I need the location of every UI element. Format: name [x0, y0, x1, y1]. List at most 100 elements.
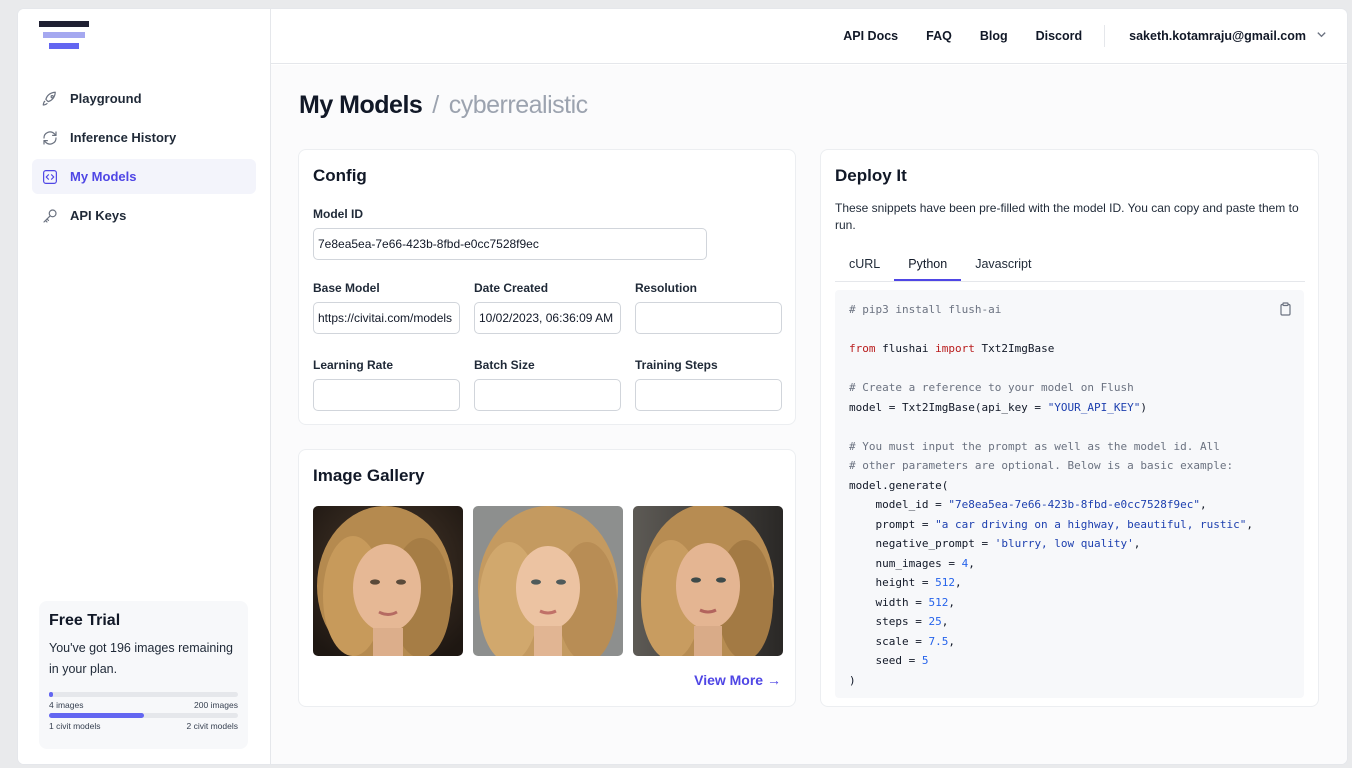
models-used-label: 1 civit models [49, 721, 101, 731]
code-token: 5 [921, 654, 929, 667]
code-box-icon [40, 167, 60, 187]
code-token: , [941, 615, 949, 628]
discord-link[interactable]: Discord [1036, 29, 1083, 43]
code-token: seed = [849, 654, 922, 667]
training-steps-field[interactable] [635, 379, 782, 411]
code-token: , [954, 576, 962, 589]
code-token: "YOUR_API_KEY" [1047, 400, 1141, 414]
deploy-title: Deploy It [835, 166, 907, 185]
rocket-icon [40, 89, 60, 109]
code-token: import [935, 342, 975, 355]
images-progress-fill [49, 692, 53, 697]
models-progress-bar [49, 713, 238, 718]
topbar-divider [1104, 25, 1106, 47]
chevron-down-icon [1316, 29, 1327, 43]
sidebar-item-label: Inference History [70, 130, 177, 145]
sidebar-item-inference-history[interactable]: Inference History [32, 120, 256, 155]
models-usage: 1 civit models 2 civit models [49, 713, 238, 731]
logo-bar-bottom [49, 43, 79, 49]
resolution-field[interactable] [635, 302, 782, 334]
page-title[interactable]: My Models [299, 91, 423, 119]
code-token: ) [1140, 400, 1148, 414]
image-gallery-card: Image Gallery View More → [298, 449, 796, 707]
training-steps-label: Training Steps [635, 358, 718, 372]
code-token: 512 [928, 595, 949, 609]
code-snippet[interactable]: # pip3 install flush-ai from flushai imp… [835, 290, 1304, 698]
code-token: flushai [875, 342, 936, 355]
model-id-field[interactable]: 7e8ea5ea-7e66-423b-8fbd-e0cc7528f9ec [313, 228, 707, 260]
code-token: , [948, 595, 955, 609]
tab-javascript[interactable]: Javascript [961, 250, 1045, 281]
code-token: negative_prompt = [849, 537, 995, 550]
code-token: 7.5 [928, 634, 949, 648]
user-menu[interactable]: saketh.kotamraju@gmail.com [1129, 29, 1327, 43]
code-line: # Create a reference to your model on Fl… [849, 381, 1134, 394]
code-line: # other parameters are optional. Below i… [849, 459, 1234, 472]
code-line: # You must input the prompt as well as t… [849, 439, 1220, 453]
tab-curl[interactable]: cURL [835, 250, 894, 281]
code-token: num_images = [849, 556, 962, 570]
page-heading: My Models / cyberrealistic [299, 91, 588, 120]
sidebar-item-label: My Models [70, 169, 137, 184]
code-token: from [849, 342, 876, 355]
copy-icon[interactable] [1279, 302, 1292, 323]
batch-size-field[interactable] [474, 379, 621, 411]
code-token: steps = [849, 615, 929, 628]
sidebar-item-playground[interactable]: Playground [32, 81, 256, 116]
code-token: height = [849, 576, 936, 589]
gallery-image-2[interactable] [473, 506, 623, 656]
code-token: , [1246, 517, 1253, 531]
code-token: , [948, 634, 955, 648]
sidebar: Playground Inference History My Models A… [18, 9, 271, 764]
breadcrumb-separator: / [432, 91, 439, 119]
code-token: model = Txt2ImgBase(api_key = [849, 400, 1048, 414]
base-model-field[interactable]: https://civitai.com/models [313, 302, 460, 334]
top-navbar: API Docs FAQ Blog Discord saketh.kotamra… [271, 9, 1347, 64]
view-more-link[interactable]: View More → [694, 672, 781, 688]
api-docs-link[interactable]: API Docs [843, 29, 898, 43]
code-token: "a car driving on a highway, beautiful, … [935, 517, 1247, 531]
free-trial-text: You've got 196 images remaining in your … [49, 641, 233, 676]
page-subtitle: cyberrealistic [448, 91, 588, 119]
tab-python[interactable]: Python [894, 250, 962, 281]
code-token: model_id = [849, 498, 949, 511]
sidebar-item-api-keys[interactable]: API Keys [32, 198, 256, 233]
key-icon [40, 206, 60, 226]
images-used-label: 4 images [49, 700, 84, 710]
config-card: Config Model ID 7e8ea5ea-7e66-423b-8fbd-… [298, 149, 796, 425]
code-token: scale = [849, 634, 929, 648]
gallery-image-1[interactable] [313, 506, 463, 656]
code-token: , [1133, 537, 1141, 550]
models-progress-fill [49, 713, 144, 718]
resolution-label: Resolution [635, 281, 697, 295]
blog-link[interactable]: Blog [980, 29, 1008, 43]
faq-link[interactable]: FAQ [926, 29, 952, 43]
gallery-image-3[interactable] [633, 506, 783, 656]
date-created-field[interactable]: 10/02/2023, 06:36:09 AM [474, 302, 621, 334]
code-line: # pip3 install flush-ai [849, 303, 1002, 316]
images-progress-bar [49, 692, 238, 697]
free-trial-panel: Free Trial You've got 196 images remaini… [39, 601, 248, 749]
code-token: , [1200, 498, 1207, 511]
sidebar-item-label: Playground [70, 91, 142, 106]
images-total-label: 200 images [194, 700, 238, 710]
models-total-label: 2 civit models [186, 721, 239, 731]
logo-bar-top [39, 21, 89, 27]
snippet-tabs: cURL Python Javascript [835, 250, 1305, 282]
code-token: 512 [935, 576, 955, 589]
code-token: width = [849, 595, 929, 609]
app-window: Playground Inference History My Models A… [18, 9, 1347, 764]
logo-bar-middle [43, 32, 85, 38]
code-token: 'blurry, low quality' [994, 537, 1134, 550]
logo[interactable] [39, 21, 89, 51]
code-line: ) [849, 673, 856, 687]
learning-rate-field[interactable] [313, 379, 460, 411]
batch-size-label: Batch Size [474, 358, 535, 372]
refresh-icon [40, 128, 60, 148]
sidebar-item-my-models[interactable]: My Models [32, 159, 256, 194]
code-token: , [968, 556, 975, 570]
base-model-label: Base Model [313, 281, 380, 295]
user-email: saketh.kotamraju@gmail.com [1129, 29, 1306, 43]
main-content: My Models / cyberrealistic Config Model ID… [271, 65, 1347, 764]
sidebar-nav: Playground Inference History My Models A… [32, 81, 256, 237]
